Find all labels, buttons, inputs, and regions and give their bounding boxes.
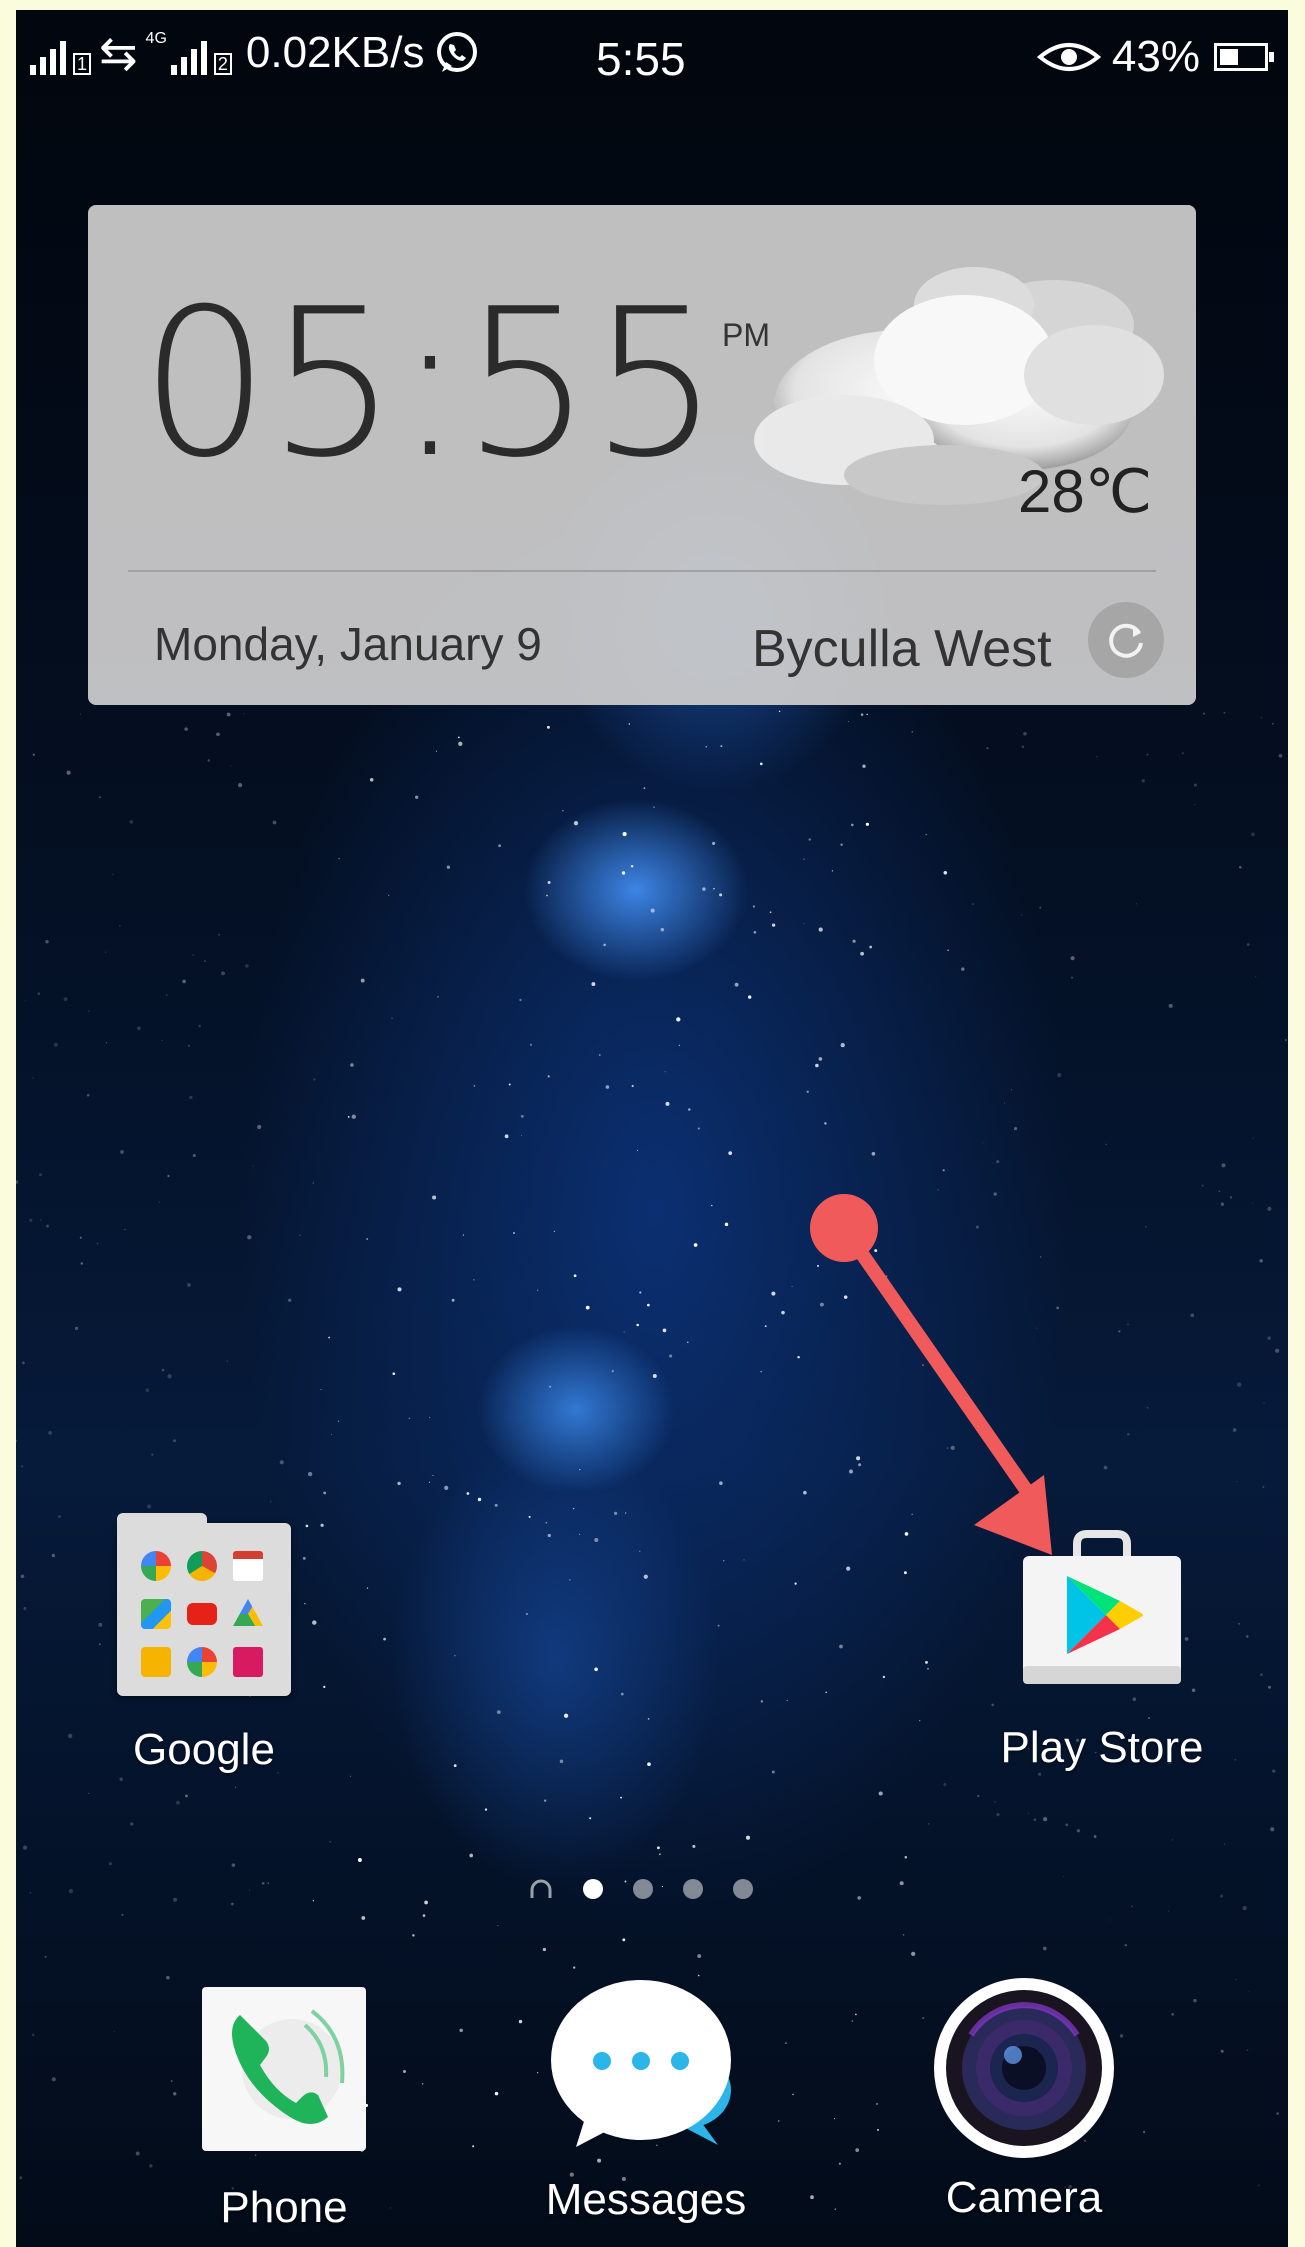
page-dot-1[interactable] (583, 1879, 603, 1899)
page-dot-2[interactable] (633, 1879, 653, 1899)
dock-label-messages: Messages (545, 2175, 747, 2224)
page-indicator (529, 1878, 753, 1900)
annotation-arrow (810, 1194, 1052, 1555)
image-frame: 1 ⇆ 4G 2 0.02KB/s 5:55 43% 05:55 PM 28℃ … (0, 0, 1305, 2247)
phone-icon (202, 1987, 366, 2151)
page-dot-3[interactable] (683, 1879, 703, 1899)
dock-label-phone: Phone (220, 2183, 348, 2232)
page-dot-4[interactable] (733, 1879, 753, 1899)
dock-label-camera: Camera (945, 2173, 1103, 2222)
headphones-page-icon[interactable] (529, 1878, 553, 1900)
dock-phone[interactable]: Phone (164, 1985, 404, 2233)
camera-icon (934, 1978, 1114, 2158)
dock-camera[interactable]: Camera (904, 1975, 1144, 2223)
messages-icon (551, 1980, 731, 2147)
home-screen: 1 ⇆ 4G 2 0.02KB/s 5:55 43% 05:55 PM 28℃ … (16, 10, 1288, 2247)
dock-messages[interactable]: Messages (526, 1975, 766, 2225)
